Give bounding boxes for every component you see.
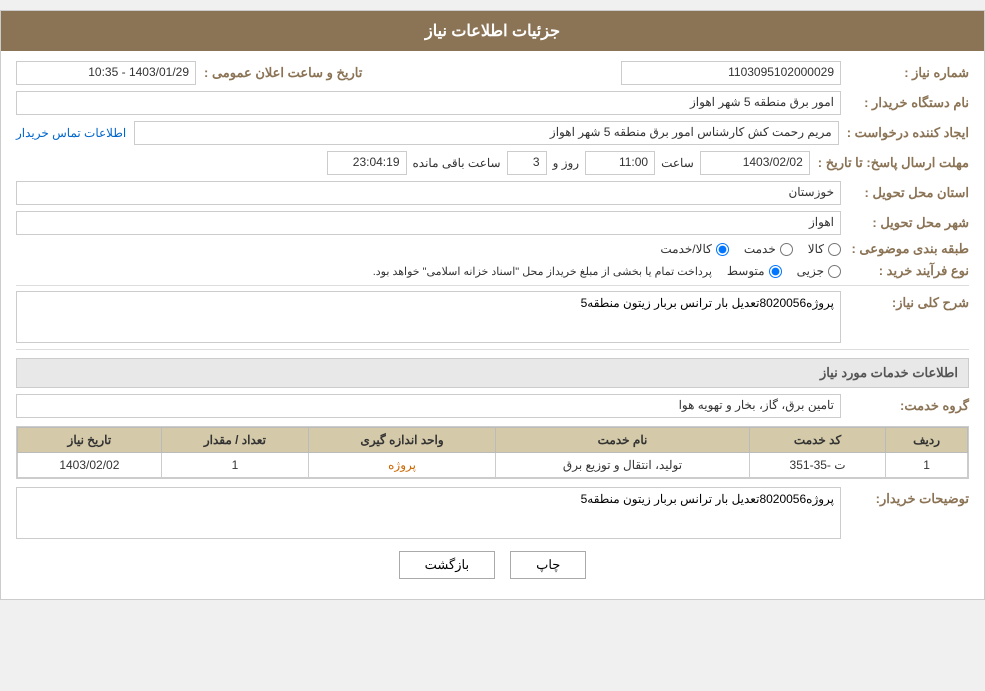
response-days-label: روز و bbox=[553, 156, 580, 170]
row-city: شهر محل تحویل : اهواز bbox=[16, 211, 969, 235]
remaining-time-label: ساعت باقی مانده bbox=[413, 156, 501, 170]
purchase-type-option-jozii: جزیی bbox=[797, 264, 841, 278]
buyer-description-textarea: پروژه8020056تعدیل بار ترانس بربار زیتون … bbox=[16, 487, 841, 539]
category-radio-khedmat[interactable] bbox=[780, 243, 793, 256]
announcement-datetime-label: تاریخ و ساعت اعلان عمومی : bbox=[204, 65, 362, 81]
row-need-description: شرح کلی نیاز: پروژه8020056تعدیل بار تران… bbox=[16, 291, 969, 343]
row-response-deadline: مهلت ارسال پاسخ: تا تاریخ : 1403/02/02 س… bbox=[16, 151, 969, 175]
response-date: 1403/02/02 bbox=[700, 151, 810, 175]
response-date-time: 1403/02/02 ساعت 11:00 روز و 3 ساعت باقی … bbox=[327, 151, 810, 175]
contact-link[interactable]: اطلاعات تماس خریدار bbox=[16, 126, 126, 140]
service-info-section-title: اطلاعات خدمات مورد نیاز bbox=[16, 358, 969, 388]
row-requester: ایجاد کننده درخواست : مریم رحمت کش کارشن… bbox=[16, 121, 969, 145]
requester-label: ایجاد کننده درخواست : bbox=[847, 125, 969, 141]
col-header-name: نام خدمت bbox=[496, 428, 750, 453]
buyer-description-section-title: توضیحات خریدار: bbox=[849, 487, 969, 507]
category-label: طبقه بندی موضوعی : bbox=[849, 241, 969, 257]
category-label-kala-khedmat: کالا/خدمت bbox=[660, 242, 711, 256]
row-buyer-station: نام دستگاه خریدار : امور برق منطقه 5 شهر… bbox=[16, 91, 969, 115]
row-purchase-type: نوع فرآیند خرید : جزیی متوسط پرداخت تمام… bbox=[16, 263, 969, 279]
purchase-type-radio-group: جزیی متوسط پرداخت تمام یا بخشی از مبلغ خ… bbox=[16, 264, 841, 278]
purchase-type-radio-jozii[interactable] bbox=[828, 265, 841, 278]
col-header-quantity: تعداد / مقدار bbox=[161, 428, 308, 453]
row-province: استان محل تحویل : خوزستان bbox=[16, 181, 969, 205]
cell-code: ت -35-351 bbox=[749, 453, 885, 478]
print-button[interactable]: چاپ bbox=[510, 551, 586, 579]
service-group-value: تامین برق، گاز، بخار و تهویه هوا bbox=[16, 394, 841, 418]
service-group-row: گروه خدمت: تامین برق، گاز، بخار و تهویه … bbox=[16, 394, 969, 418]
response-time: 11:00 bbox=[585, 151, 655, 175]
back-button[interactable]: بازگشت bbox=[399, 551, 495, 579]
category-label-kala: کالا bbox=[808, 242, 824, 256]
service-group-label: گروه خدمت: bbox=[849, 398, 969, 414]
row-category: طبقه بندی موضوعی : کالا خدمت کالا/خدمت bbox=[16, 241, 969, 257]
col-header-date: تاریخ نیاز bbox=[18, 428, 162, 453]
need-description-section-title: شرح کلی نیاز: bbox=[849, 291, 969, 311]
delivery-city-value: اهواز bbox=[16, 211, 841, 235]
response-deadline-label: مهلت ارسال پاسخ: تا تاریخ : bbox=[818, 155, 969, 171]
delivery-province-label: استان محل تحویل : bbox=[849, 185, 969, 201]
cell-date: 1403/02/02 bbox=[18, 453, 162, 478]
announcement-datetime-value: 1403/01/29 - 10:35 bbox=[16, 61, 196, 85]
cell-row-number: 1 bbox=[886, 453, 968, 478]
buyer-station-value: امور برق منطقه 5 شهر اهواز bbox=[16, 91, 841, 115]
cell-name: تولید، انتقال و توزیع برق bbox=[496, 453, 750, 478]
col-header-code: کد خدمت bbox=[749, 428, 885, 453]
content-area: شماره نیاز : 1103095102000029 تاریخ و سا… bbox=[1, 51, 984, 599]
category-radio-kala[interactable] bbox=[828, 243, 841, 256]
table-row: 1 ت -35-351 تولید، انتقال و توزیع برق پر… bbox=[18, 453, 968, 478]
col-header-row: ردیف bbox=[886, 428, 968, 453]
purchase-type-note: پرداخت تمام یا بخشی از مبلغ خریداز محل "… bbox=[373, 265, 712, 278]
page-wrapper: جزئیات اطلاعات نیاز شماره نیاز : 1103095… bbox=[0, 10, 985, 600]
category-option-khedmat: خدمت bbox=[744, 242, 793, 256]
col-header-unit: واحد اندازه گیری bbox=[309, 428, 496, 453]
cell-unit: پروژه bbox=[309, 453, 496, 478]
page-header: جزئیات اطلاعات نیاز bbox=[1, 11, 984, 51]
delivery-province-value: خوزستان bbox=[16, 181, 841, 205]
remaining-time: 23:04:19 bbox=[327, 151, 407, 175]
response-days: 3 bbox=[507, 151, 547, 175]
need-number-value: 1103095102000029 bbox=[621, 61, 841, 85]
purchase-type-label-jozii: جزیی bbox=[797, 264, 824, 278]
category-radio-kala-khedmat[interactable] bbox=[716, 243, 729, 256]
buttons-row: چاپ بازگشت bbox=[16, 551, 969, 579]
category-option-kala: کالا bbox=[808, 242, 841, 256]
separator-1 bbox=[16, 285, 969, 286]
category-radio-group: کالا خدمت کالا/خدمت bbox=[16, 242, 841, 256]
category-option-kala-khedmat: کالا/خدمت bbox=[660, 242, 728, 256]
need-description-textarea: پروژه8020056تعدیل بار ترانس بربار زیتون … bbox=[16, 291, 841, 343]
purchase-type-label: نوع فرآیند خرید : bbox=[849, 263, 969, 279]
purchase-type-radio-motavaset[interactable] bbox=[769, 265, 782, 278]
page-title: جزئیات اطلاعات نیاز bbox=[425, 23, 560, 40]
purchase-type-label-motavaset: متوسط bbox=[727, 264, 765, 278]
category-label-khedmat: خدمت bbox=[744, 242, 776, 256]
separator-2 bbox=[16, 349, 969, 350]
services-table: ردیف کد خدمت نام خدمت واحد اندازه گیری ت… bbox=[17, 427, 968, 478]
need-number-label: شماره نیاز : bbox=[849, 65, 969, 81]
requester-value: مریم رحمت کش کارشناس امور برق منطقه 5 شه… bbox=[134, 121, 838, 145]
delivery-city-label: شهر محل تحویل : bbox=[849, 215, 969, 231]
buyer-station-label: نام دستگاه خریدار : bbox=[849, 95, 969, 111]
response-time-label: ساعت bbox=[661, 156, 694, 170]
row-buyer-description: توضیحات خریدار: پروژه8020056تعدیل بار تر… bbox=[16, 487, 969, 539]
purchase-type-option-motavaset: متوسط bbox=[727, 264, 782, 278]
row-need-number: شماره نیاز : 1103095102000029 تاریخ و سا… bbox=[16, 61, 969, 85]
services-table-container: ردیف کد خدمت نام خدمت واحد اندازه گیری ت… bbox=[16, 426, 969, 479]
cell-quantity: 1 bbox=[161, 453, 308, 478]
